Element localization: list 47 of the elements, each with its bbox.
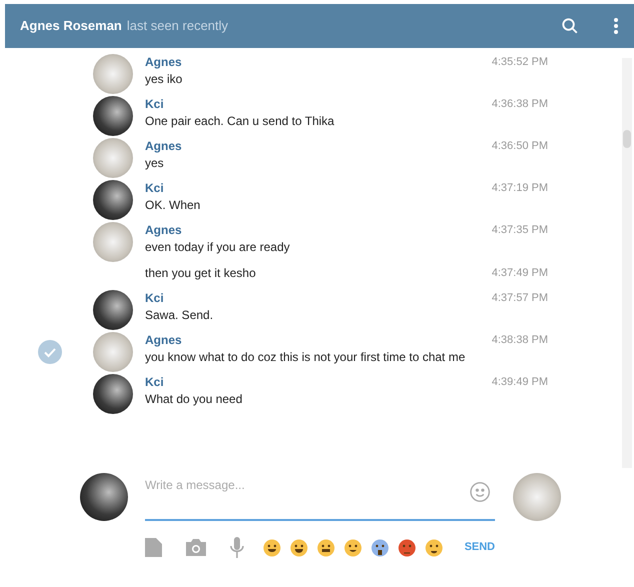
message-time: 4:37:35 PM bbox=[492, 223, 548, 238]
sender-name[interactable]: Kci bbox=[145, 290, 492, 306]
emoji-icon[interactable] bbox=[425, 538, 443, 556]
message-text: you know what to do coz this is not your first time to chat me bbox=[145, 349, 466, 366]
more-options-icon[interactable] bbox=[613, 17, 619, 35]
avatar-photo-placeholder bbox=[80, 473, 128, 521]
message-text: yes bbox=[145, 155, 165, 172]
document-icon[interactable] bbox=[145, 538, 162, 557]
scrollbar-thumb[interactable] bbox=[623, 130, 631, 148]
sender-name[interactable]: Kci bbox=[145, 180, 492, 196]
sender-name[interactable]: Kci bbox=[145, 96, 492, 112]
emoji-icon[interactable] bbox=[344, 538, 362, 556]
message-time: 4:36:50 PM bbox=[492, 139, 548, 154]
camera-icon[interactable] bbox=[186, 539, 206, 556]
emoji-icon[interactable] bbox=[371, 538, 389, 556]
smiley-icon[interactable] bbox=[469, 481, 491, 503]
message-text: What do you need bbox=[145, 391, 244, 408]
message-text: OK. When bbox=[145, 197, 202, 214]
contact-name: Agnes Roseman bbox=[20, 17, 122, 36]
message-text: yes iko bbox=[145, 71, 184, 88]
emoji-icon[interactable] bbox=[317, 538, 335, 556]
emoji-icon[interactable] bbox=[263, 538, 281, 556]
message-time: 4:35:52 PM bbox=[492, 55, 548, 70]
emoji-icon[interactable] bbox=[398, 538, 416, 556]
avatar-photo-placeholder bbox=[513, 473, 561, 521]
message-time: 4:37:49 PM bbox=[492, 266, 548, 281]
message-time: 4:39:49 PM bbox=[492, 375, 548, 390]
message-text: Sawa. Send. bbox=[145, 307, 214, 324]
emoji-icon[interactable] bbox=[290, 538, 308, 556]
message-text: One pair each. Can u send to Thika bbox=[145, 113, 336, 130]
message-time: 4:36:38 PM bbox=[492, 97, 548, 112]
sender-name[interactable]: Kci bbox=[145, 374, 492, 390]
contact-status: last seen recently bbox=[126, 17, 228, 36]
search-icon[interactable] bbox=[561, 17, 579, 35]
sender-name[interactable]: Agnes bbox=[145, 222, 492, 238]
sender-name[interactable]: Agnes bbox=[145, 332, 492, 348]
sender-name[interactable]: Agnes bbox=[145, 54, 492, 70]
message-time: 4:37:19 PM bbox=[492, 181, 548, 196]
message-input-field[interactable]: Write a message... bbox=[145, 474, 495, 520]
selected-check-icon[interactable] bbox=[38, 340, 62, 364]
message-time: 4:38:38 PM bbox=[492, 333, 548, 348]
microphone-icon[interactable] bbox=[229, 537, 245, 558]
sender-name[interactable]: Agnes bbox=[145, 138, 492, 154]
message-text: even today if you are ready bbox=[145, 239, 291, 256]
message-text: then you get it kesho bbox=[145, 265, 257, 282]
send-button[interactable]: SEND bbox=[464, 539, 495, 556]
message-time: 4:37:57 PM bbox=[492, 291, 548, 306]
